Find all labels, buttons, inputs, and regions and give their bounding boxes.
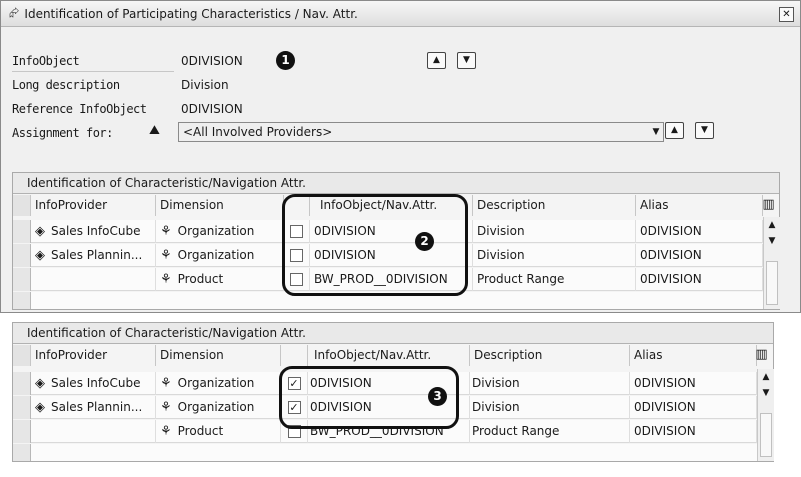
provider-cell: ◈ Sales Plannin... [31,243,156,267]
hierarchy-icon: ⚘ [160,271,172,287]
col-dimension[interactable]: Dimension [156,195,284,216]
col-dimension[interactable]: Dimension [156,345,281,366]
dimension-cell: ⚘ Organization [156,243,284,267]
chevron-down-icon[interactable]: ▼ [649,127,663,137]
callout-badge-1: 1 [276,51,295,70]
dimension-cell: ⚘ Organization [156,219,284,243]
cube-icon: ◈ [35,223,45,239]
alias-cell: 0DIVISION [630,395,757,419]
provider-cell [31,419,156,443]
vertical-scrollbar[interactable]: ▲ ▼ [757,369,774,461]
col-description[interactable]: Description [470,345,630,366]
description-cell: Division [470,371,630,395]
assignment-previous-button[interactable]: ▲ [665,122,684,139]
dimension-cell: ⚘ Product [156,419,281,443]
assignment-value: <All Involved Providers> [183,125,333,139]
row-selector-header[interactable] [13,195,31,216]
vertical-scrollbar[interactable]: ▲ ▼ [763,217,780,309]
dialog-window-icon: ⮳ [9,6,20,21]
hierarchy-icon: ⚘ [160,223,172,239]
col-infoprovider[interactable]: InfoProvider [31,345,156,366]
column-settings-icon[interactable]: ▥ [760,197,777,214]
description-cell: Division [473,243,636,267]
col-infoobject[interactable]: InfoObject/Nav.Attr. [308,345,470,366]
description-cell: Division [470,395,630,419]
col-checkbox[interactable] [281,345,308,366]
col-description[interactable]: Description [473,195,636,216]
hierarchy-icon: ⚘ [160,423,172,439]
description-cell: Product Range [473,267,636,291]
dialog-title: Identification of Participating Characte… [24,6,358,21]
table-header: InfoProvider Dimension InfoObject/Nav.At… [13,345,757,366]
alias-cell: 0DIVISION [636,243,763,267]
table-caption: Identification of Characteristic/Navigat… [13,173,779,194]
provider-cell: ◈ Sales InfoCube [31,371,156,395]
cube-icon: ◈ [35,247,45,263]
col-infoprovider[interactable]: InfoProvider [31,195,156,216]
provider-cell [31,267,156,291]
col-alias[interactable]: Alias [630,345,757,366]
scroll-down-icon[interactable]: ▼ [764,233,780,249]
dimension-cell: ⚘ Organization [156,395,281,419]
scroll-up-icon[interactable]: ▲ [758,369,774,385]
long-description-label: Long description [12,78,120,92]
hierarchy-icon: ⚘ [160,399,172,415]
callout-ring-2 [282,194,468,296]
col-alias[interactable]: Alias [636,195,763,216]
row-selector-header[interactable] [13,345,31,366]
cube-icon: ◈ [35,399,45,415]
reference-infoobject-label: Reference InfoObject [12,102,147,116]
alias-cell: 0DIVISION [636,267,763,291]
infoobject-value: 0DIVISION [181,54,243,68]
scroll-up-icon[interactable]: ▲ [764,217,780,233]
description-cell: Product Range [470,419,630,443]
dimension-cell: ⚘ Organization [156,371,281,395]
dialog-titlebar: ⮳ Identification of Participating Charac… [1,1,800,27]
scroll-thumb[interactable] [760,413,772,457]
dimension-cell: ⚘ Product [156,267,284,291]
callout-badge-3: 3 [428,387,447,406]
previous-button[interactable]: ▲ [427,52,446,69]
infoobject-label: InfoObject [12,50,174,72]
scroll-thumb[interactable] [766,261,778,305]
assignment-dropdown[interactable]: <All Involved Providers> ▼ [178,122,664,142]
table-row-empty[interactable] [13,444,757,461]
provider-assignment-icon: ⛰ [149,123,160,138]
close-button[interactable]: ✕ [779,7,794,22]
description-cell: Division [473,219,636,243]
callout-badge-2: 2 [415,232,434,251]
scroll-down-icon[interactable]: ▼ [758,385,774,401]
next-button[interactable]: ▼ [457,52,476,69]
hierarchy-icon: ⚘ [160,375,172,391]
column-settings-icon[interactable]: ▥ [753,347,770,364]
assignment-next-button[interactable]: ▼ [695,122,714,139]
table-caption: Identification of Characteristic/Navigat… [13,323,773,344]
long-description-value: Division [181,78,229,92]
reference-infoobject-value: 0DIVISION [181,102,243,116]
provider-cell: ◈ Sales InfoCube [31,219,156,243]
hierarchy-icon: ⚘ [160,247,172,263]
alias-cell: 0DIVISION [630,371,757,395]
provider-cell: ◈ Sales Plannin... [31,395,156,419]
alias-cell: 0DIVISION [636,219,763,243]
alias-cell: 0DIVISION [630,419,757,443]
cube-icon: ◈ [35,375,45,391]
